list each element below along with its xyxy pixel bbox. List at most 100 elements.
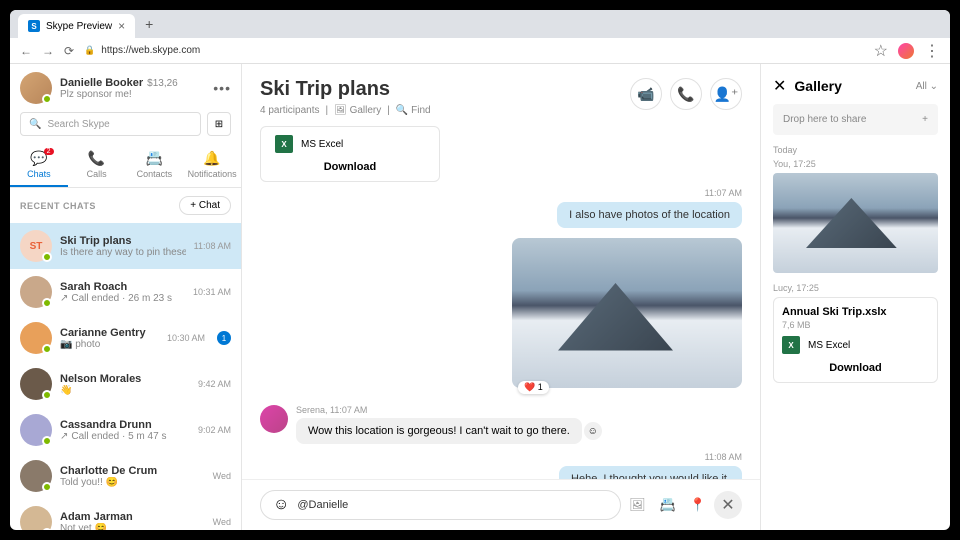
bookmark-icon[interactable]: ☆ [874, 41, 888, 61]
add-participant-button[interactable]: 👤⁺ [710, 78, 742, 110]
chat-time: 10:30 AM [167, 333, 205, 343]
browser-tabbar: S Skype Preview × + [10, 10, 950, 38]
recent-chats-title: RECENT CHATS [20, 201, 96, 211]
gallery-file[interactable]: Annual Ski Trip.xslx 7,6 MB XMS Excel Do… [773, 297, 938, 383]
chat-item[interactable]: Cassandra Drunn↗Call ended · 5 m 47 s9:0… [10, 407, 241, 453]
gallery-link[interactable]: 🖼 Gallery [334, 105, 381, 116]
chats-badge: 2 [44, 148, 54, 155]
url-field[interactable]: 🔒 https://web.skype.com [84, 45, 864, 56]
call-icon: ↗ [60, 431, 68, 442]
balance: $13,26 [147, 78, 178, 89]
browser-tab[interactable]: S Skype Preview × [18, 14, 135, 38]
new-tab-button[interactable]: + [139, 14, 159, 34]
chat-item[interactable]: Nelson Morales👋9:42 AM [10, 361, 241, 407]
chat-time: 11:08 AM [194, 241, 231, 251]
chat-avatar [20, 414, 52, 446]
plus-icon: + [922, 114, 928, 125]
chat-item[interactable]: Adam JarmanNot yet 😊Wed [10, 499, 241, 530]
chat-item[interactable]: Carianne Gentry📷 photo10:30 AM1 [10, 315, 241, 361]
message-timestamp: 11:07 AM [260, 188, 742, 198]
emoji-icon[interactable]: ☺ [273, 496, 289, 514]
sender-avatar[interactable] [260, 405, 288, 433]
search-icon: 🔍 [29, 119, 41, 130]
gallery-photo[interactable] [773, 173, 938, 273]
presence-indicator [42, 94, 52, 104]
close-icon[interactable]: × [118, 19, 125, 33]
skype-favicon: S [28, 20, 40, 32]
browser-menu-icon[interactable]: ⋮ [924, 41, 940, 61]
search-input[interactable]: 🔍Search Skype [20, 112, 201, 136]
browser-urlbar: ← → ⟳ 🔒 https://web.skype.com ☆ ⋮ [10, 38, 950, 64]
dialpad-button[interactable]: ⊞ [207, 112, 231, 136]
tab-calls[interactable]: 📞Calls [68, 144, 126, 187]
contact-card-icon[interactable]: 📇 [660, 497, 676, 513]
chat-time: Wed [213, 517, 231, 527]
new-chat-button[interactable]: + Chat [179, 196, 231, 215]
chat-list[interactable]: STSki Trip plansIs there any way to pin … [10, 223, 241, 530]
location-icon[interactable]: 📍 [690, 497, 706, 513]
dropzone[interactable]: Drop here to share+ [773, 104, 938, 135]
chat-item[interactable]: Sarah Roach↗Call ended · 26 m 23 s10:31 … [10, 269, 241, 315]
compose-text: @Danielle [297, 499, 608, 511]
download-button[interactable]: Download [275, 161, 425, 173]
download-button[interactable]: Download [782, 362, 929, 374]
lock-icon: 🔒 [84, 45, 95, 56]
gallery-filter[interactable]: All ⌄ [916, 81, 938, 92]
chat-preview: Told you!! 😊 [60, 477, 205, 488]
profile-section[interactable]: Danielle Booker $13,26 Plz sponsor me! ••… [10, 64, 241, 112]
profile-name: Danielle Booker [60, 77, 143, 89]
message-input[interactable]: ☺ @Danielle [260, 490, 621, 520]
gallery-panel: ✕ Gallery All ⌄ Drop here to share+ Toda… [760, 64, 950, 530]
presence-indicator [42, 528, 52, 530]
sent-message[interactable]: Hehe, I thought you would like it. [559, 466, 742, 479]
my-avatar [20, 72, 52, 104]
attach-icon[interactable]: 🖼 [629, 497, 646, 513]
chat-avatar [20, 460, 52, 492]
reaction-badge[interactable]: ❤️ 1 [518, 381, 549, 394]
tab-contacts[interactable]: 📇Contacts [126, 144, 184, 187]
tab-title: Skype Preview [46, 21, 112, 32]
call-icon: ↗ [60, 293, 68, 304]
excel-icon: X [782, 336, 800, 354]
chat-time: 10:31 AM [193, 287, 231, 297]
received-message[interactable]: Wow this location is gorgeous! I can't w… [296, 418, 582, 444]
chat-name: Ski Trip plans [60, 235, 186, 247]
audio-call-button[interactable]: 📞 [670, 78, 702, 110]
file-attachment[interactable]: XMS Excel Download [260, 126, 440, 182]
chat-preview: ↗Call ended · 5 m 47 s [60, 431, 190, 442]
more-icon[interactable]: ••• [213, 80, 231, 96]
sent-message[interactable]: I also have photos of the location [557, 202, 742, 228]
phone-icon: 📞 [677, 86, 694, 103]
participants-count[interactable]: 4 participants [260, 105, 319, 116]
chat-time: Wed [213, 471, 231, 481]
url-text: https://web.skype.com [101, 45, 200, 56]
browser-profile-avatar[interactable] [898, 43, 914, 59]
video-call-button[interactable]: 📹 [630, 78, 662, 110]
back-icon[interactable]: ← [20, 44, 32, 58]
presence-indicator [42, 482, 52, 492]
gallery-title: Gallery [794, 78, 907, 94]
find-link[interactable]: 🔍 Find [396, 105, 431, 116]
message-list[interactable]: XMS Excel Download 11:07 AM I also have … [242, 126, 760, 479]
chat-avatar [20, 506, 52, 530]
chat-item[interactable]: STSki Trip plansIs there any way to pin … [10, 223, 241, 269]
chat-avatar [20, 322, 52, 354]
tab-chats[interactable]: 💬2Chats [10, 144, 68, 187]
shared-photo[interactable]: ❤️ 1 [512, 238, 742, 388]
video-icon: 📹 [637, 86, 654, 103]
close-gallery-icon[interactable]: ✕ [773, 76, 786, 96]
presence-indicator [42, 252, 52, 262]
profile-status: Plz sponsor me! [60, 89, 205, 100]
chat-preview: Is there any way to pin these … [60, 247, 186, 258]
chat-item[interactable]: Charlotte De CrumTold you!! 😊Wed [10, 453, 241, 499]
presence-indicator [42, 344, 52, 354]
reload-icon[interactable]: ⟳ [64, 44, 74, 58]
sender-label: Serena, 11:07 AM [296, 405, 742, 415]
presence-indicator [42, 390, 52, 400]
react-button[interactable]: ☺ [584, 422, 602, 440]
forward-icon[interactable]: → [42, 44, 54, 58]
chat-time: 9:42 AM [198, 379, 231, 389]
tab-notifications[interactable]: 🔔Notifications [183, 144, 241, 187]
chat-preview: 📷 photo [60, 339, 159, 350]
send-button[interactable]: ✕ [714, 491, 742, 519]
